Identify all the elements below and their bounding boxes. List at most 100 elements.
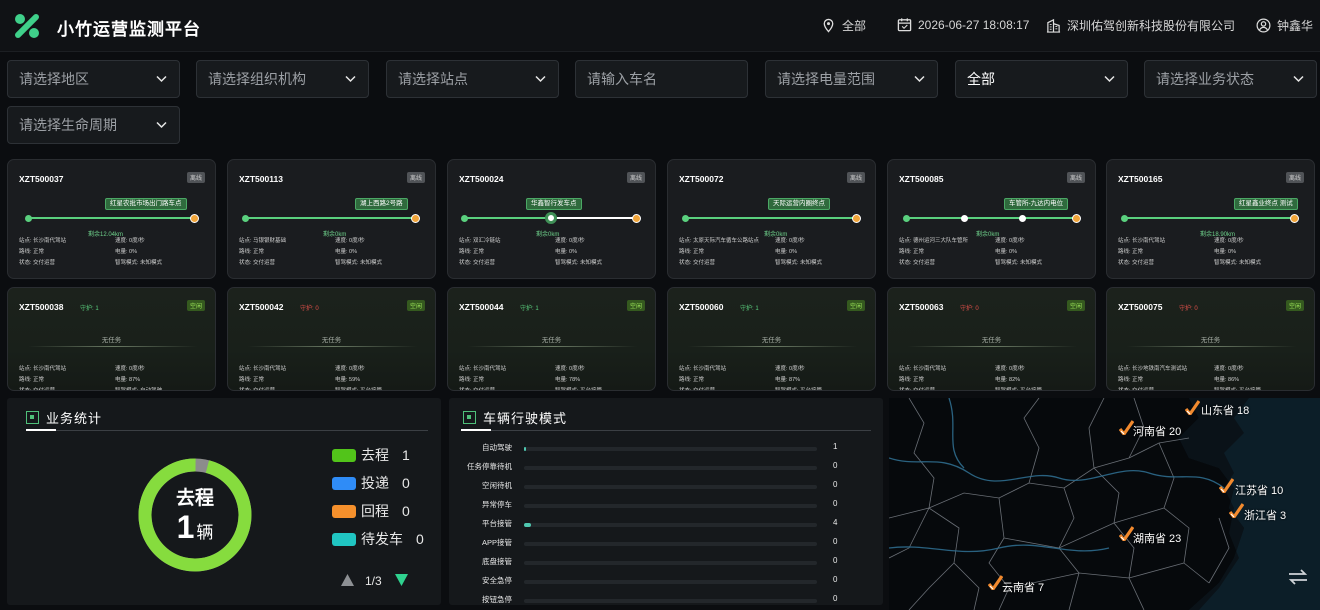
province-label: 河南省 20 [1133, 426, 1182, 438]
drive-mode-row: 安全急停 0 [458, 575, 848, 587]
card-info-r3a: 状态: 交付运营 [899, 260, 936, 266]
province-label: 云南省 7 [1002, 582, 1045, 594]
card-info-r2a: 路线: 正常 [899, 377, 925, 383]
drive-mode-bar [524, 466, 817, 470]
drive-mode-count: 0 [833, 537, 838, 546]
drive-mode-row: 按钮急停 0 [458, 594, 848, 605]
map-background [889, 398, 1320, 610]
drive-mode-label: 自动驾驶 [482, 443, 512, 452]
drive-mode-label: 安全急停 [482, 576, 512, 585]
card-info-r2a: 路线: 正常 [1118, 249, 1144, 255]
guard-count: 守护: 0 [960, 306, 979, 312]
type-filter-value: 全部 [967, 71, 995, 87]
drive-mode-row: 空闲待机 0 [458, 480, 848, 492]
vehicle-id: XZT500085 [899, 174, 944, 184]
calendar-icon [897, 18, 912, 32]
drive-mode-bar [524, 447, 817, 451]
no-task-text: 无任务 [1200, 337, 1221, 344]
drive-mode-row: APP接管 0 [458, 537, 848, 549]
guard-count: 守护: 0 [1179, 306, 1198, 312]
vehicle-marker-icon[interactable] [988, 575, 1003, 590]
drive-mode-bar [524, 580, 817, 584]
drive-mode-list: 自动驾驶 1 任务停靠待机 0 空闲待机 0 异常停车 0 平台接管 4 APP接管 0 底盘接管 0 安全… [0, 0, 884, 605]
vehicle-id: XZT500165 [1118, 174, 1163, 184]
no-task-divider [1127, 346, 1296, 347]
drive-mode-count: 0 [833, 480, 838, 489]
card-info-r1a: 站点: 长沙地铁南汽车测试站 [1118, 366, 1188, 372]
card-info-r2b: 电量: 0% [1214, 249, 1237, 255]
vehicle-marker-icon[interactable] [1219, 478, 1234, 493]
drive-mode-label: 异常停车 [482, 500, 512, 509]
card-info-r3b: 智驾模式: 未知模式 [1214, 260, 1262, 266]
card-info-r1b: 速度: 0度/秒 [995, 238, 1025, 244]
status-badge: 离线 [1285, 172, 1304, 183]
card-info-r3b: 智驾模式: 平台接管 [995, 388, 1043, 391]
vehicle-card[interactable]: XZT500085 离线 车管所-九达内电位 剩余0km 站点: 德州运河三大队车管所速… [887, 159, 1096, 279]
drive-mode-bar [524, 523, 817, 527]
drive-mode-row: 异常停车 0 [458, 499, 848, 511]
stop-label: 车管所-九达内电位 [1004, 198, 1069, 210]
vehicle-id: XZT500063 [899, 302, 944, 312]
vehicle-card[interactable]: XZT500165 离线 红星鑫业终点 测试 剩余18.90km 站点: 长沙南代驾站速… [1106, 159, 1315, 279]
drive-mode-row: 任务停靠待机 0 [458, 461, 848, 473]
drive-mode-count: 1 [833, 442, 838, 451]
card-info-r2a: 路线: 正常 [899, 249, 925, 255]
drive-mode-label: 底盘接管 [482, 557, 512, 566]
drive-mode-row: 底盘接管 0 [458, 556, 848, 568]
vehicle-marker-icon[interactable] [1185, 400, 1200, 415]
drive-mode-label: APP接管 [481, 538, 512, 547]
province-label: 山东省 18 [1201, 405, 1250, 417]
status-badge: 空闲 [1066, 300, 1085, 311]
chevron-down-icon [1293, 75, 1304, 83]
drive-mode-count: 4 [833, 518, 838, 527]
swap-icon[interactable] [1287, 568, 1309, 586]
vehicle-card[interactable]: XZT500075 守护: 0 空闲 无任务 站点: 长沙地铁南汽车测试站 速度: 0度/… [1106, 287, 1315, 391]
datetime-value: 2026-06-27 18:08:17 [918, 17, 1030, 32]
route-node [902, 214, 910, 222]
drive-mode-bar [524, 561, 817, 565]
card-info-r3b: 智驾模式: 平台接管 [1214, 388, 1262, 391]
card-info-r3a: 状态: 交付运营 [899, 388, 936, 391]
drive-mode-count: 0 [833, 594, 838, 603]
route-line [906, 217, 1076, 219]
vehicle-card[interactable]: XZT500063 守护: 0 空闲 无任务 站点: 长沙南代驾站 速度: 0度/秒 路线:… [887, 287, 1096, 391]
card-info-r1b: 速度: 0度/秒 [1214, 238, 1244, 244]
card-info-r1a: 站点: 长沙南代驾站 [899, 366, 947, 372]
drive-mode-bar-fill [524, 447, 526, 451]
biz-status-filter[interactable]: 请选择业务状态 [1144, 60, 1317, 98]
no-task-divider [908, 346, 1077, 347]
vehicle-marker-icon[interactable] [1119, 420, 1134, 435]
drive-mode-bar [524, 599, 817, 603]
card-info-r1a: 站点: 德州运河三大队车管所 [899, 238, 969, 244]
route-node [960, 214, 968, 222]
vehicle-id: XZT500075 [1118, 302, 1163, 312]
province-label: 浙江省 3 [1244, 510, 1287, 522]
vehicle-marker-icon[interactable] [1229, 503, 1244, 518]
company-name: 深圳佑驾创新科技股份有限公司 [1067, 19, 1236, 33]
card-info-r3a: 状态: 交付运营 [1118, 388, 1155, 391]
status-badge: 离线 [1066, 172, 1085, 183]
type-filter[interactable]: 全部 [955, 60, 1128, 98]
datetime: 2026-06-27 18:08:17 [897, 17, 1029, 32]
card-info-r1b: 速度: 0度/秒 [1214, 366, 1244, 372]
user-name: 钟鑫华 [1277, 19, 1314, 33]
drive-mode-bar [524, 504, 817, 508]
drive-mode-bar-fill [524, 523, 532, 527]
chevron-down-icon [1104, 75, 1115, 83]
stop-label: 红星鑫业终点 测试 [1234, 198, 1298, 210]
route-node [1018, 214, 1026, 222]
chevron-down-icon [914, 75, 925, 83]
drive-mode-label: 平台接管 [482, 519, 512, 528]
vehicle-marker-icon[interactable] [1119, 526, 1134, 541]
card-info-r2b: 电量: 82% [995, 377, 1021, 383]
drive-mode-label: 任务停靠待机 [467, 462, 512, 471]
biz-status-filter-label: 请选择业务状态 [1156, 71, 1254, 87]
drive-mode-bar [524, 542, 817, 546]
card-info-r2b: 电量: 86% [1214, 377, 1240, 383]
card-info-r3a: 状态: 交付运营 [1118, 260, 1155, 266]
user-menu[interactable]: 钟鑫华 [1256, 17, 1313, 34]
drive-mode-label: 空闲待机 [482, 481, 512, 490]
province-map[interactable]: 山东省 18 河南省 20 江苏省 10 浙江省 3 湖南省 23 云南省 7 [889, 398, 1320, 610]
building-icon [1046, 18, 1061, 33]
drive-mode-label: 按钮急停 [482, 595, 512, 604]
